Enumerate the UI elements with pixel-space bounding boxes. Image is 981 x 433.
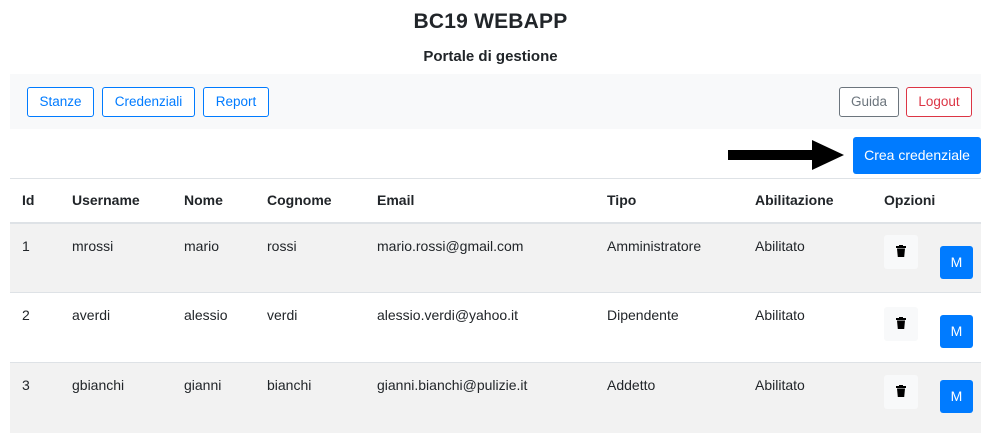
cell-abilitazione: Abilitato bbox=[755, 377, 805, 393]
table-row: 2 averdi alessio verdi alessio.verdi@yah… bbox=[10, 292, 981, 363]
trash-icon bbox=[896, 385, 906, 397]
create-credential-button[interactable]: Crea credenziale bbox=[853, 137, 981, 174]
cell-nome: gianni bbox=[184, 377, 222, 393]
cell-email: alessio.verdi@yahoo.it bbox=[377, 307, 519, 323]
trash-icon bbox=[896, 244, 906, 257]
cell-tipo: Dipendente bbox=[607, 307, 679, 323]
nav-stanze-button[interactable]: Stanze bbox=[27, 87, 94, 117]
cell-username: gbianchi bbox=[72, 377, 125, 393]
table-row: 3 gbianchi gianni bianchi gianni.bianchi… bbox=[10, 362, 981, 433]
cell-id: 2 bbox=[22, 307, 30, 323]
table-row: 1 mrossi mario rossi mario.rossi@gmail.c… bbox=[10, 222, 981, 293]
cell-opzioni: M bbox=[872, 363, 981, 433]
delete-button[interactable] bbox=[884, 307, 918, 341]
guide-button[interactable]: Guida bbox=[839, 87, 899, 117]
cell-opzioni: M bbox=[872, 293, 981, 363]
app-subtitle: Portale di gestione bbox=[423, 48, 558, 65]
column-header-opzioni: Opzioni bbox=[884, 192, 936, 209]
column-header-tipo: Tipo bbox=[607, 192, 637, 209]
cell-email: mario.rossi@gmail.com bbox=[377, 237, 524, 254]
table-header-row: Id Username Nome Cognome Email Tipo Abil… bbox=[10, 178, 981, 223]
cell-opzioni: M bbox=[872, 223, 981, 293]
column-header-id: Id bbox=[22, 192, 35, 209]
column-header-email: Email bbox=[377, 192, 415, 209]
delete-button[interactable] bbox=[884, 234, 918, 269]
cell-cognome: bianchi bbox=[267, 377, 312, 393]
cell-id: 1 bbox=[22, 237, 30, 254]
nav-credenziali-button[interactable]: Credenziali bbox=[102, 87, 195, 117]
logout-button[interactable]: Logout bbox=[906, 87, 972, 117]
modify-button[interactable]: M bbox=[940, 380, 973, 413]
modify-button[interactable]: M bbox=[940, 315, 973, 348]
cell-tipo: Amministratore bbox=[607, 237, 702, 254]
column-header-nome: Nome bbox=[184, 192, 223, 209]
cell-username: averdi bbox=[72, 307, 111, 323]
column-header-abilitazione: Abilitazione bbox=[755, 192, 834, 209]
nav-report-button[interactable]: Report bbox=[203, 87, 269, 117]
navbar: Stanze Credenziali Report Guida Logout bbox=[10, 74, 981, 129]
modify-button[interactable]: M bbox=[940, 245, 973, 279]
cell-tipo: Addetto bbox=[607, 377, 656, 393]
delete-button[interactable] bbox=[884, 375, 918, 409]
cell-abilitazione: Abilitato bbox=[755, 307, 805, 323]
arrow-right-icon bbox=[728, 140, 844, 170]
trash-icon bbox=[896, 317, 906, 329]
cell-email: gianni.bianchi@pulizie.it bbox=[377, 377, 528, 393]
credentials-table: Id Username Nome Cognome Email Tipo Abil… bbox=[10, 178, 981, 433]
cell-abilitazione: Abilitato bbox=[755, 237, 805, 254]
cell-nome: alessio bbox=[184, 307, 228, 323]
cell-username: mrossi bbox=[72, 237, 114, 254]
cell-cognome: rossi bbox=[267, 237, 297, 254]
cell-id: 3 bbox=[22, 377, 30, 393]
app-title: BC19 WEBAPP bbox=[413, 10, 568, 33]
cell-cognome: verdi bbox=[267, 307, 298, 323]
column-header-username: Username bbox=[72, 192, 140, 209]
cell-nome: mario bbox=[184, 237, 220, 254]
column-header-cognome: Cognome bbox=[267, 192, 332, 209]
